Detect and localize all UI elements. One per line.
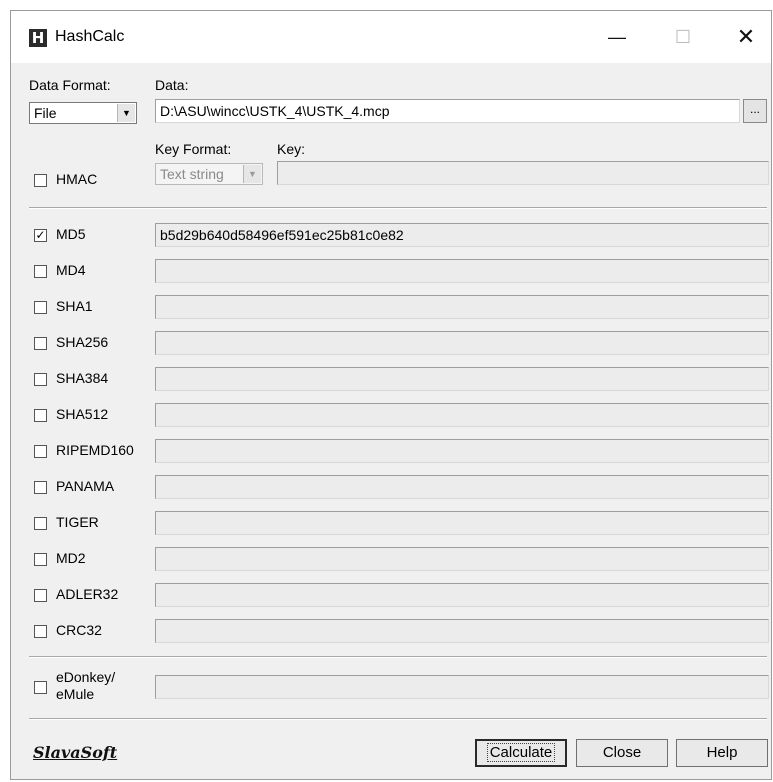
hmac-checkbox[interactable]	[34, 174, 47, 187]
app-icon: H	[29, 29, 47, 47]
md2-checkbox[interactable]	[34, 553, 47, 566]
panama-label: PANAMA	[56, 478, 115, 494]
crc32-hash-field[interactable]	[155, 619, 769, 643]
md4-hash-field[interactable]	[155, 259, 769, 283]
panama-checkbox[interactable]	[34, 481, 47, 494]
data-input[interactable]: D:\ASU\wincc\USTK_4\USTK_4.mcp	[155, 99, 740, 123]
maximize-icon: ☐	[674, 27, 692, 47]
sha512-hash-field[interactable]	[155, 403, 769, 427]
md2-hash-field[interactable]	[155, 547, 769, 571]
divider	[29, 718, 767, 720]
divider	[29, 207, 767, 209]
window-title: HashCalc	[55, 28, 125, 45]
sha1-hash-field[interactable]	[155, 295, 769, 319]
key-label: Key:	[277, 141, 306, 157]
calculate-button[interactable]: Calculate	[475, 739, 567, 767]
tiger-label: TIGER	[56, 514, 99, 530]
panama-hash-field[interactable]	[155, 475, 769, 499]
ripemd160-checkbox[interactable]	[34, 445, 47, 458]
minimize-icon[interactable]: —	[594, 21, 640, 53]
md5-checkbox[interactable]: ✓	[34, 229, 47, 242]
sha1-checkbox[interactable]	[34, 301, 47, 314]
data-label: Data:	[155, 77, 189, 93]
sha256-hash-field[interactable]	[155, 331, 769, 355]
close-button[interactable]: Close	[576, 739, 668, 767]
help-button[interactable]: Help	[676, 739, 768, 767]
chevron-down-icon: ▼	[117, 104, 135, 122]
chevron-down-icon: ▼	[243, 165, 261, 183]
slavasoft-logo[interactable]: SlavaSoft	[33, 743, 117, 762]
sha384-checkbox[interactable]	[34, 373, 47, 386]
crc32-checkbox[interactable]	[34, 625, 47, 638]
hashcalc-window: H HashCalc — ☐ ✕ Data Format: File ▼ Dat…	[10, 10, 772, 780]
ripemd160-hash-field[interactable]	[155, 439, 769, 463]
key-format-value: Text string	[160, 166, 224, 182]
crc32-label: CRC32	[56, 622, 102, 638]
ripemd160-label: RIPEMD160	[56, 442, 134, 458]
close-icon[interactable]: ✕	[723, 21, 769, 53]
md5-label: MD5	[56, 226, 86, 242]
data-format-label: Data Format:	[29, 77, 111, 93]
tiger-checkbox[interactable]	[34, 517, 47, 530]
sha384-label: SHA384	[56, 370, 109, 386]
data-format-value: File	[34, 105, 57, 121]
adler32-checkbox[interactable]	[34, 589, 47, 602]
sha512-checkbox[interactable]	[34, 409, 47, 422]
sha256-label: SHA256	[56, 334, 109, 350]
browse-button[interactable]: ...	[743, 99, 767, 123]
data-format-select[interactable]: File ▼	[29, 102, 137, 124]
sha512-label: SHA512	[56, 406, 109, 422]
tiger-hash-field[interactable]	[155, 511, 769, 535]
divider	[29, 656, 767, 658]
title-bar[interactable]: H HashCalc — ☐ ✕	[11, 11, 771, 63]
adler32-label: ADLER32	[56, 586, 119, 602]
sha256-checkbox[interactable]	[34, 337, 47, 350]
key-input	[277, 161, 769, 185]
key-format-label: Key Format:	[155, 141, 232, 157]
sha384-hash-field[interactable]	[155, 367, 769, 391]
hmac-label: HMAC	[56, 171, 98, 187]
md2-label: MD2	[56, 550, 86, 566]
edonkey-checkbox[interactable]	[34, 681, 47, 694]
md4-checkbox[interactable]	[34, 265, 47, 278]
adler32-hash-field[interactable]	[155, 583, 769, 607]
edonkey-hash-field	[155, 675, 769, 699]
edonkey-label: eDonkey/eMule	[56, 669, 116, 702]
md5-hash-field[interactable]: b5d29b640d58496ef591ec25b81c0e82	[155, 223, 769, 247]
key-format-select: Text string ▼	[155, 163, 263, 185]
sha1-label: SHA1	[56, 298, 93, 314]
md4-label: MD4	[56, 262, 86, 278]
